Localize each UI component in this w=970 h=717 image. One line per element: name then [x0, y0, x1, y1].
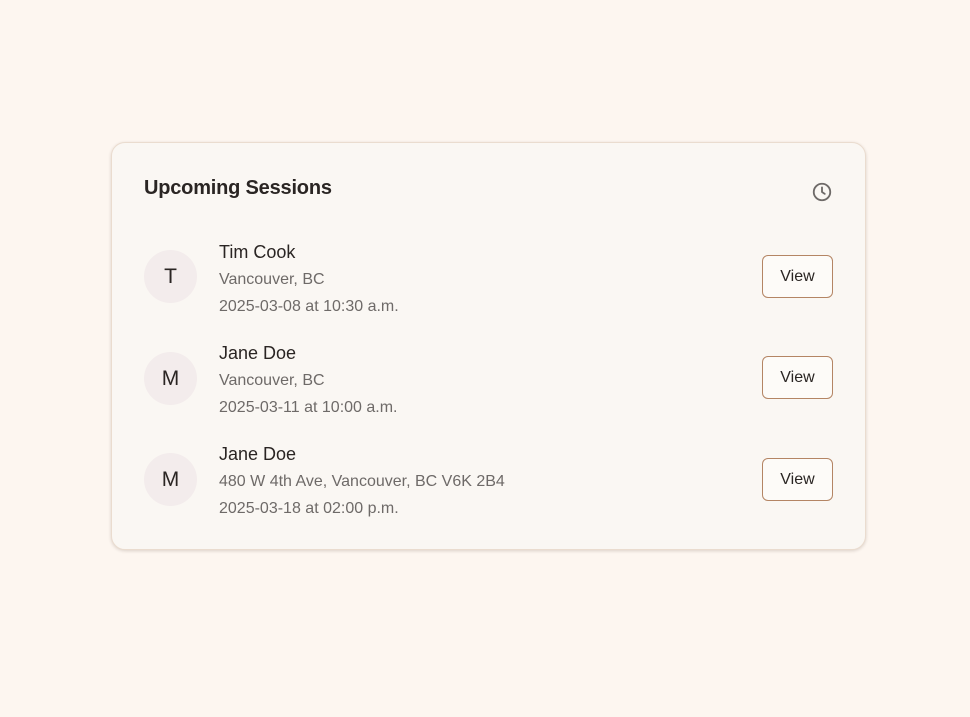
- session-location: Vancouver, BC: [219, 372, 325, 389]
- session-client-name: Jane Doe: [219, 343, 297, 363]
- avatar: M: [144, 453, 197, 506]
- clock-icon: [812, 182, 832, 202]
- session-item: M Jane Doe Vancouver, BC 2025-03-11 at 1…: [144, 342, 833, 432]
- avatar: T: [144, 250, 197, 303]
- session-location: 480 W 4th Ave, Vancouver, BC V6K 2B4: [219, 473, 505, 490]
- card-title: Upcoming Sessions: [144, 177, 332, 199]
- session-datetime: 2025-03-18 at 02:00 p.m.: [219, 500, 399, 517]
- card-header: Upcoming Sessions: [144, 177, 833, 209]
- avatar: M: [144, 352, 197, 405]
- session-info: Jane Doe 480 W 4th Ave, Vancouver, BC V6…: [219, 443, 505, 519]
- upcoming-sessions-card: Upcoming Sessions T Tim Cook Vancouver, …: [111, 142, 866, 550]
- session-info: Tim Cook Vancouver, BC 2025-03-08 at 10:…: [219, 241, 399, 317]
- session-datetime: 2025-03-11 at 10:00 a.m.: [219, 399, 398, 416]
- session-item: M Jane Doe 480 W 4th Ave, Vancouver, BC …: [144, 443, 833, 533]
- session-client-name: Jane Doe: [219, 444, 297, 464]
- session-info: Jane Doe Vancouver, BC 2025-03-11 at 10:…: [219, 342, 398, 418]
- session-item: T Tim Cook Vancouver, BC 2025-03-08 at 1…: [144, 241, 833, 331]
- view-session-button[interactable]: View: [762, 458, 833, 501]
- session-client-name: Tim Cook: [219, 242, 296, 262]
- session-datetime: 2025-03-08 at 10:30 a.m.: [219, 298, 399, 315]
- view-session-button[interactable]: View: [762, 255, 833, 298]
- view-session-button[interactable]: View: [762, 356, 833, 399]
- session-location: Vancouver, BC: [219, 271, 325, 288]
